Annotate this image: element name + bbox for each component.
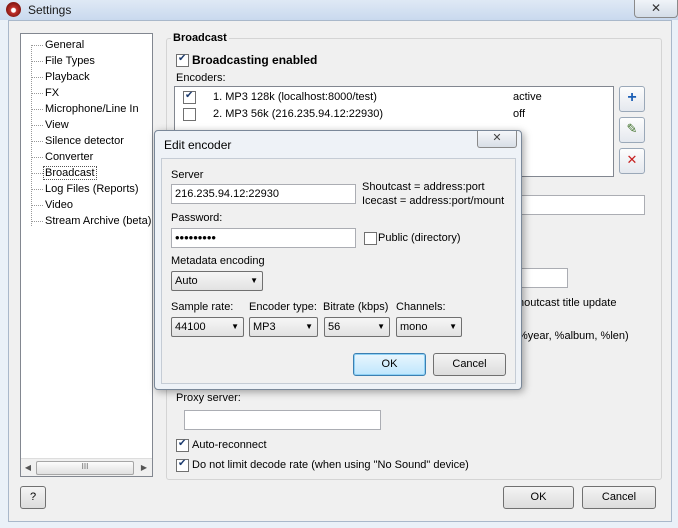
edit-encoder-button[interactable]: ✎ bbox=[619, 117, 645, 143]
chevron-down-icon: ▼ bbox=[250, 276, 258, 285]
chevron-down-icon: ▼ bbox=[305, 322, 313, 331]
auto-reconnect-label: Auto-reconnect bbox=[192, 439, 267, 451]
app-icon bbox=[6, 2, 21, 17]
chevron-down-icon: ▼ bbox=[231, 322, 239, 331]
tree-connector bbox=[31, 109, 43, 110]
encoder-status: off bbox=[513, 108, 526, 120]
background-input[interactable] bbox=[518, 195, 645, 215]
add-encoder-button[interactable]: + bbox=[619, 86, 645, 112]
tree-item-fx[interactable]: FX bbox=[45, 86, 59, 101]
bitrate-label: Bitrate (kbps) bbox=[323, 301, 389, 313]
no-limit-decode-checkbox[interactable] bbox=[176, 458, 189, 472]
bitrate-value: 56 bbox=[328, 321, 341, 333]
sample-rate-select[interactable]: 44100 ▼ bbox=[171, 317, 244, 337]
settings-tree[interactable]: General File Types Playback FX Microphon… bbox=[20, 33, 153, 477]
metadata-encoding-label: Metadata encoding bbox=[171, 255, 265, 267]
delete-encoder-button[interactable]: ✕ bbox=[619, 148, 645, 174]
no-limit-decode-label: Do not limit decode rate (when using "No… bbox=[192, 459, 469, 471]
tree-connector bbox=[31, 125, 43, 126]
edit-encoder-dialog: Edit encoder ✕ Server 216.235.94.12:2293… bbox=[154, 130, 522, 390]
edit-icon: ✎ bbox=[626, 121, 638, 136]
tree-item-file-types[interactable]: File Types bbox=[45, 54, 95, 69]
title-bar bbox=[0, 0, 678, 20]
encoders-label: Encoders: bbox=[176, 72, 226, 84]
window-close-button[interactable]: ✕ bbox=[634, 0, 678, 18]
chevron-down-icon: ▼ bbox=[449, 322, 457, 331]
tree-connector bbox=[31, 173, 43, 174]
ok-button[interactable]: OK bbox=[503, 486, 574, 509]
scroll-right-arrow-icon[interactable]: ▶ bbox=[138, 461, 150, 474]
background-input[interactable] bbox=[518, 268, 568, 288]
tree-item-view[interactable]: View bbox=[45, 118, 69, 133]
tree-connector bbox=[31, 157, 43, 158]
tree-item-broadcast[interactable]: Broadcast bbox=[43, 166, 97, 181]
window-title: Settings bbox=[28, 3, 72, 17]
bitrate-select[interactable]: 56 ▼ bbox=[324, 317, 390, 337]
tree-connector-line bbox=[31, 45, 32, 226]
tree-item-video[interactable]: Video bbox=[45, 198, 73, 213]
tree-item-general[interactable]: General bbox=[45, 38, 84, 53]
broadcasting-enabled-label: Broadcasting enabled bbox=[192, 53, 318, 67]
tree-item-microphone[interactable]: Microphone/Line In bbox=[45, 102, 139, 117]
chevron-down-icon: ▼ bbox=[377, 322, 385, 331]
cancel-button[interactable]: Cancel bbox=[582, 486, 656, 509]
tree-connector bbox=[31, 205, 43, 206]
server-input[interactable]: 216.235.94.12:22930 bbox=[171, 184, 356, 204]
dialog-cancel-button[interactable]: Cancel bbox=[433, 353, 506, 376]
dialog-close-button[interactable]: ✕ bbox=[477, 131, 517, 148]
tree-horizontal-scrollbar[interactable]: ◀ III ▶ bbox=[21, 458, 152, 476]
tree-connector bbox=[31, 221, 43, 222]
password-label: Password: bbox=[171, 212, 223, 224]
add-icon: + bbox=[627, 89, 637, 106]
encoder-name[interactable]: 1. MP3 128k (localhost:8000/test) bbox=[213, 91, 377, 103]
server-label: Server bbox=[171, 169, 204, 181]
channels-value: mono bbox=[400, 321, 428, 333]
tree-item-log-files[interactable]: Log Files (Reports) bbox=[45, 182, 139, 197]
public-directory-checkbox[interactable] bbox=[364, 232, 377, 245]
section-title: Broadcast bbox=[171, 32, 229, 44]
sample-rate-label: Sample rate: bbox=[171, 301, 234, 313]
dialog-body: Server 216.235.94.12:22930 Shoutcast = a… bbox=[161, 158, 516, 384]
icecast-hint: Icecast = address:port/mount bbox=[362, 195, 505, 207]
tree-item-converter[interactable]: Converter bbox=[45, 150, 93, 165]
encoder-checkbox[interactable] bbox=[183, 90, 196, 104]
tree-connector bbox=[31, 141, 43, 142]
tree-item-broadcast-label: Broadcast bbox=[43, 166, 97, 180]
tree-connector bbox=[31, 77, 43, 78]
encoder-type-value: MP3 bbox=[253, 321, 276, 333]
public-directory-label: Public (directory) bbox=[378, 232, 461, 244]
metadata-encoding-select[interactable]: Auto ▼ bbox=[171, 271, 263, 291]
encoder-status: active bbox=[513, 91, 542, 103]
channels-label: Channels: bbox=[396, 301, 446, 313]
encoder-name[interactable]: 2. MP3 56k (216.235.94.12:22930) bbox=[213, 108, 383, 120]
scroll-thumb[interactable]: III bbox=[36, 461, 134, 475]
dialog-title: Edit encoder bbox=[164, 138, 232, 152]
tree-item-silence-detector[interactable]: Silence detector bbox=[45, 134, 124, 149]
tree-connector bbox=[31, 61, 43, 62]
tree-connector bbox=[31, 189, 43, 190]
encoder-type-label: Encoder type: bbox=[249, 301, 317, 313]
metadata-encoding-value: Auto bbox=[175, 275, 198, 287]
title-update-label: houtcast title update bbox=[518, 297, 617, 309]
tags-format-label: %year, %album, %len) bbox=[518, 330, 629, 342]
sample-rate-value: 44100 bbox=[175, 321, 206, 333]
delete-icon: ✕ bbox=[626, 152, 638, 167]
tree-connector bbox=[31, 93, 43, 94]
password-input[interactable]: ••••••••• bbox=[171, 228, 356, 248]
tree-connector bbox=[31, 45, 43, 46]
proxy-input[interactable] bbox=[184, 410, 381, 430]
help-button[interactable]: ? bbox=[20, 486, 46, 509]
tree-item-stream-archive[interactable]: Stream Archive (beta) bbox=[45, 214, 151, 229]
encoder-type-select[interactable]: MP3 ▼ bbox=[249, 317, 318, 337]
scroll-left-arrow-icon[interactable]: ◀ bbox=[22, 461, 34, 474]
tree-item-playback[interactable]: Playback bbox=[45, 70, 90, 85]
encoder-checkbox[interactable] bbox=[183, 108, 196, 121]
broadcasting-enabled-checkbox[interactable] bbox=[176, 53, 189, 67]
proxy-label: Proxy server: bbox=[176, 392, 241, 404]
auto-reconnect-checkbox[interactable] bbox=[176, 438, 189, 452]
dialog-ok-button[interactable]: OK bbox=[353, 353, 426, 376]
channels-select[interactable]: mono ▼ bbox=[396, 317, 462, 337]
shoutcast-hint: Shoutcast = address:port bbox=[362, 181, 485, 193]
